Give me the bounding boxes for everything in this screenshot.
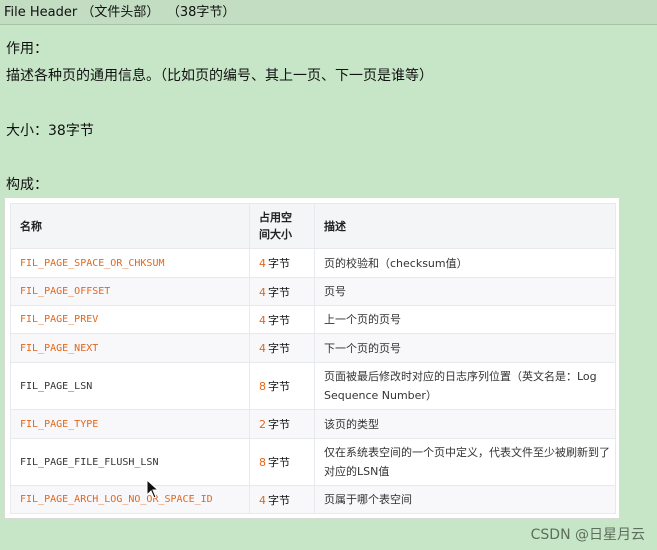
size-value: 38 bbox=[48, 123, 66, 139]
field-name: FIL_PAGE_FILE_FLUSH_LSN bbox=[10, 438, 250, 486]
table-row: FIL_PAGE_TYPE 2 字节 该页的类型 bbox=[10, 409, 616, 439]
mouse-cursor-icon bbox=[146, 479, 160, 499]
size-number: 2 bbox=[259, 418, 266, 431]
table-row: FIL_PAGE_LSN 8 字节 页面被最后修改时对应的日志序列位置（英文名是：… bbox=[10, 362, 616, 410]
col-header-name: 名称 bbox=[10, 203, 250, 249]
field-name: FIL_PAGE_SPACE_OR_CHKSUM bbox=[10, 248, 250, 278]
header-title: File Header （文件头部） bbox=[4, 5, 160, 20]
table-row: FIL_PAGE_SPACE_OR_CHKSUM 4 字节 页的校验和（check… bbox=[10, 248, 616, 278]
field-size: 2 字节 bbox=[249, 409, 315, 439]
field-desc: 页属于哪个表空间 bbox=[314, 485, 616, 514]
size-number: 4 bbox=[259, 342, 266, 355]
field-size: 4 字节 bbox=[249, 277, 315, 306]
size-unit: 字节 bbox=[268, 342, 290, 355]
usage-label: 作用： bbox=[6, 41, 48, 57]
field-name: FIL_PAGE_ARCH_LOG_NO_OR_SPACE_ID bbox=[10, 485, 250, 514]
size-number: 4 bbox=[259, 257, 266, 270]
field-size: 8 字节 bbox=[249, 362, 315, 410]
table-row: FIL_PAGE_NEXT 4 字节 下一个页的页号 bbox=[10, 333, 616, 363]
table-header-row: 名称 占用空间大小 描述 bbox=[10, 203, 616, 249]
size-unit: 字节 bbox=[65, 123, 94, 139]
size-unit: 字节 bbox=[268, 285, 290, 299]
field-size: 4 字节 bbox=[249, 248, 315, 278]
field-desc: 页号 bbox=[314, 277, 616, 306]
field-size: 4 字节 bbox=[249, 485, 315, 514]
size-label: 大小： bbox=[6, 123, 48, 139]
col-header-desc: 描述 bbox=[314, 203, 616, 249]
size-unit: 字节 bbox=[268, 257, 290, 270]
size-unit: 字节 bbox=[268, 313, 290, 327]
size-unit: 字节 bbox=[268, 418, 290, 431]
table-row: FIL_PAGE_OFFSET 4 字节 页号 bbox=[10, 277, 616, 306]
field-name: FIL_PAGE_LSN bbox=[10, 362, 250, 410]
field-name: FIL_PAGE_NEXT bbox=[10, 333, 250, 363]
field-name: FIL_PAGE_PREV bbox=[10, 305, 250, 334]
size-number: 4 bbox=[259, 313, 266, 327]
size-unit: 字节 bbox=[268, 456, 290, 469]
field-desc: 上一个页的页号 bbox=[314, 305, 616, 334]
size-number: 4 bbox=[259, 285, 266, 299]
col-header-size: 占用空间大小 bbox=[249, 203, 315, 249]
field-desc: 下一个页的页号 bbox=[314, 333, 616, 363]
size-number: 8 bbox=[259, 380, 266, 393]
size-unit: 字节 bbox=[268, 380, 290, 393]
field-size: 4 字节 bbox=[249, 305, 315, 334]
field-desc: 仅在系统表空间的一个页中定义，代表文件至少被刷新到了对应的LSN值 bbox=[314, 438, 616, 486]
table-row: FIL_PAGE_PREV 4 字节 上一个页的页号 bbox=[10, 305, 616, 334]
section-header: File Header （文件头部） （38字节） bbox=[0, 0, 657, 25]
field-name: FIL_PAGE_OFFSET bbox=[10, 277, 250, 306]
csdn-watermark: CSDN @日星月云 bbox=[530, 527, 645, 543]
composition-label: 构成： bbox=[6, 177, 48, 193]
field-size: 8 字节 bbox=[249, 438, 315, 486]
field-table-container: 名称 占用空间大小 描述 FIL_PAGE_SPACE_OR_CHKSUM 4字… bbox=[4, 197, 620, 519]
size-unit: 字节 bbox=[268, 493, 290, 507]
header-size: （38字节） bbox=[173, 5, 236, 20]
size-number: 4 bbox=[259, 493, 266, 507]
field-table: 名称 占用空间大小 描述 FIL_PAGE_SPACE_OR_CHKSUM 4字… bbox=[10, 203, 616, 514]
table-row: FIL_PAGE_ARCH_LOG_NO_OR_SPACE_ID 4 字节 页属于… bbox=[10, 485, 616, 514]
field-desc: 页的校验和（checksum值） bbox=[314, 248, 616, 278]
size-line: 大小：38字节 bbox=[6, 120, 94, 140]
field-size: 4 字节 bbox=[249, 333, 315, 363]
field-name: FIL_PAGE_TYPE bbox=[10, 409, 250, 439]
field-desc: 页面被最后修改时对应的日志序列位置（英文名是：Log Sequence Numb… bbox=[314, 362, 616, 410]
usage-text: 描述各种页的通用信息。（比如页的编号、其上一页、下一页是谁等） bbox=[6, 68, 433, 84]
field-desc: 该页的类型 bbox=[314, 409, 616, 439]
size-number: 8 bbox=[259, 456, 266, 469]
table-row: FIL_PAGE_FILE_FLUSH_LSN 8 字节 仅在系统表空间的一个页中… bbox=[10, 438, 616, 486]
